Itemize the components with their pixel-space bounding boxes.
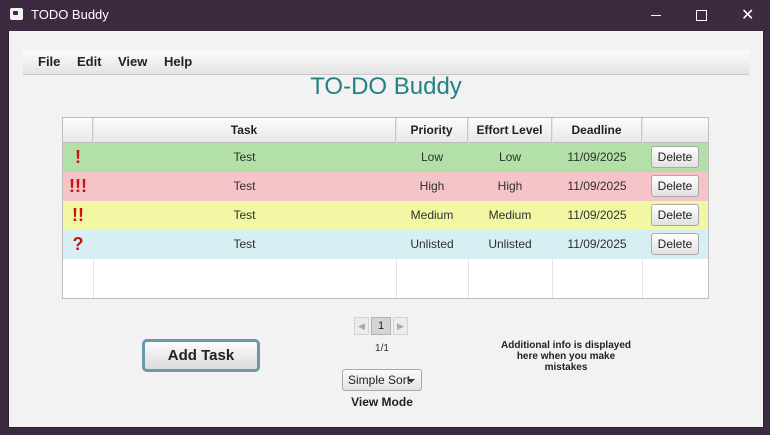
task-cell[interactable]: Test — [93, 201, 396, 230]
priority-unlisted-icon: ? — [72, 234, 84, 254]
page-number-button[interactable]: 1 — [371, 317, 391, 335]
task-table: Task Priority Effort Level Deadline ! Te… — [62, 117, 709, 299]
column-header-action[interactable] — [642, 118, 708, 142]
deadline-cell[interactable]: 11/09/2025 — [552, 172, 642, 201]
task-cell[interactable]: Test — [93, 172, 396, 201]
info-message: Additional info is displayed here when y… — [500, 340, 631, 373]
column-header-icon[interactable] — [63, 118, 93, 142]
view-mode-label: View Mode — [351, 395, 413, 409]
menu-bar: File Edit View Help — [23, 50, 749, 75]
close-icon: ✕ — [741, 5, 755, 24]
page-count: 1/1 — [375, 343, 389, 354]
chevron-right-icon[interactable]: ▶ — [393, 317, 408, 335]
window-title: TODO Buddy — [31, 7, 109, 22]
column-header-priority[interactable]: Priority — [396, 118, 468, 142]
sort-dropdown[interactable]: Simple Sort — [342, 369, 422, 391]
priority-cell[interactable]: Low — [396, 143, 468, 172]
pagination: ◀ 1 ▶ — [354, 317, 410, 335]
effort-cell[interactable]: Low — [468, 143, 552, 172]
app-icon — [10, 8, 23, 20]
menu-help[interactable]: Help — [164, 54, 192, 69]
column-header-deadline[interactable]: Deadline — [552, 118, 642, 142]
effort-cell[interactable]: High — [468, 172, 552, 201]
task-cell[interactable]: Test — [93, 230, 396, 259]
table-row[interactable]: !!! Test High High 11/09/2025 Delete — [63, 172, 708, 201]
menu-edit[interactable]: Edit — [77, 54, 102, 69]
table-header: Task Priority Effort Level Deadline — [63, 118, 708, 143]
menu-file[interactable]: File — [38, 54, 60, 69]
task-cell[interactable]: Test — [93, 143, 396, 172]
deadline-cell[interactable]: 11/09/2025 — [552, 201, 642, 230]
deadline-cell[interactable]: 11/09/2025 — [552, 230, 642, 259]
column-header-effort[interactable]: Effort Level — [468, 118, 552, 142]
table-row[interactable]: ? Test Unlisted Unlisted 11/09/2025 Dele… — [63, 230, 708, 259]
delete-button[interactable]: Delete — [651, 233, 699, 255]
priority-medium-icon: !! — [72, 205, 84, 225]
add-task-button[interactable]: Add Task — [142, 339, 260, 372]
chevron-down-icon — [407, 379, 415, 383]
effort-cell[interactable]: Unlisted — [468, 230, 552, 259]
priority-cell[interactable]: Medium — [396, 201, 468, 230]
sort-selected-value: Simple Sort — [348, 373, 411, 387]
deadline-cell[interactable]: 11/09/2025 — [552, 143, 642, 172]
table-row[interactable]: !! Test Medium Medium 11/09/2025 Delete — [63, 201, 708, 230]
maximize-button[interactable] — [678, 0, 724, 31]
maximize-icon — [696, 10, 707, 21]
minimize-icon — [651, 15, 661, 16]
menu-view[interactable]: View — [118, 54, 147, 69]
title-bar: TODO Buddy ✕ — [0, 0, 770, 31]
delete-button[interactable]: Delete — [651, 204, 699, 226]
priority-high-icon: !!! — [69, 176, 87, 196]
delete-button[interactable]: Delete — [651, 175, 699, 197]
app-window: TODO Buddy ✕ File Edit View Help TO-DO B… — [0, 0, 770, 435]
app-heading: TO-DO Buddy — [310, 73, 462, 100]
column-header-task[interactable]: Task — [93, 118, 396, 142]
minimize-button[interactable] — [632, 0, 678, 31]
close-button[interactable]: ✕ — [724, 0, 770, 31]
priority-cell[interactable]: High — [396, 172, 468, 201]
chevron-left-icon[interactable]: ◀ — [354, 317, 369, 335]
priority-cell[interactable]: Unlisted — [396, 230, 468, 259]
effort-cell[interactable]: Medium — [468, 201, 552, 230]
window-content: File Edit View Help TO-DO Buddy Task Pri… — [8, 31, 764, 428]
delete-button[interactable]: Delete — [651, 146, 699, 168]
table-row[interactable]: ! Test Low Low 11/09/2025 Delete — [63, 143, 708, 172]
priority-low-icon: ! — [75, 147, 81, 167]
